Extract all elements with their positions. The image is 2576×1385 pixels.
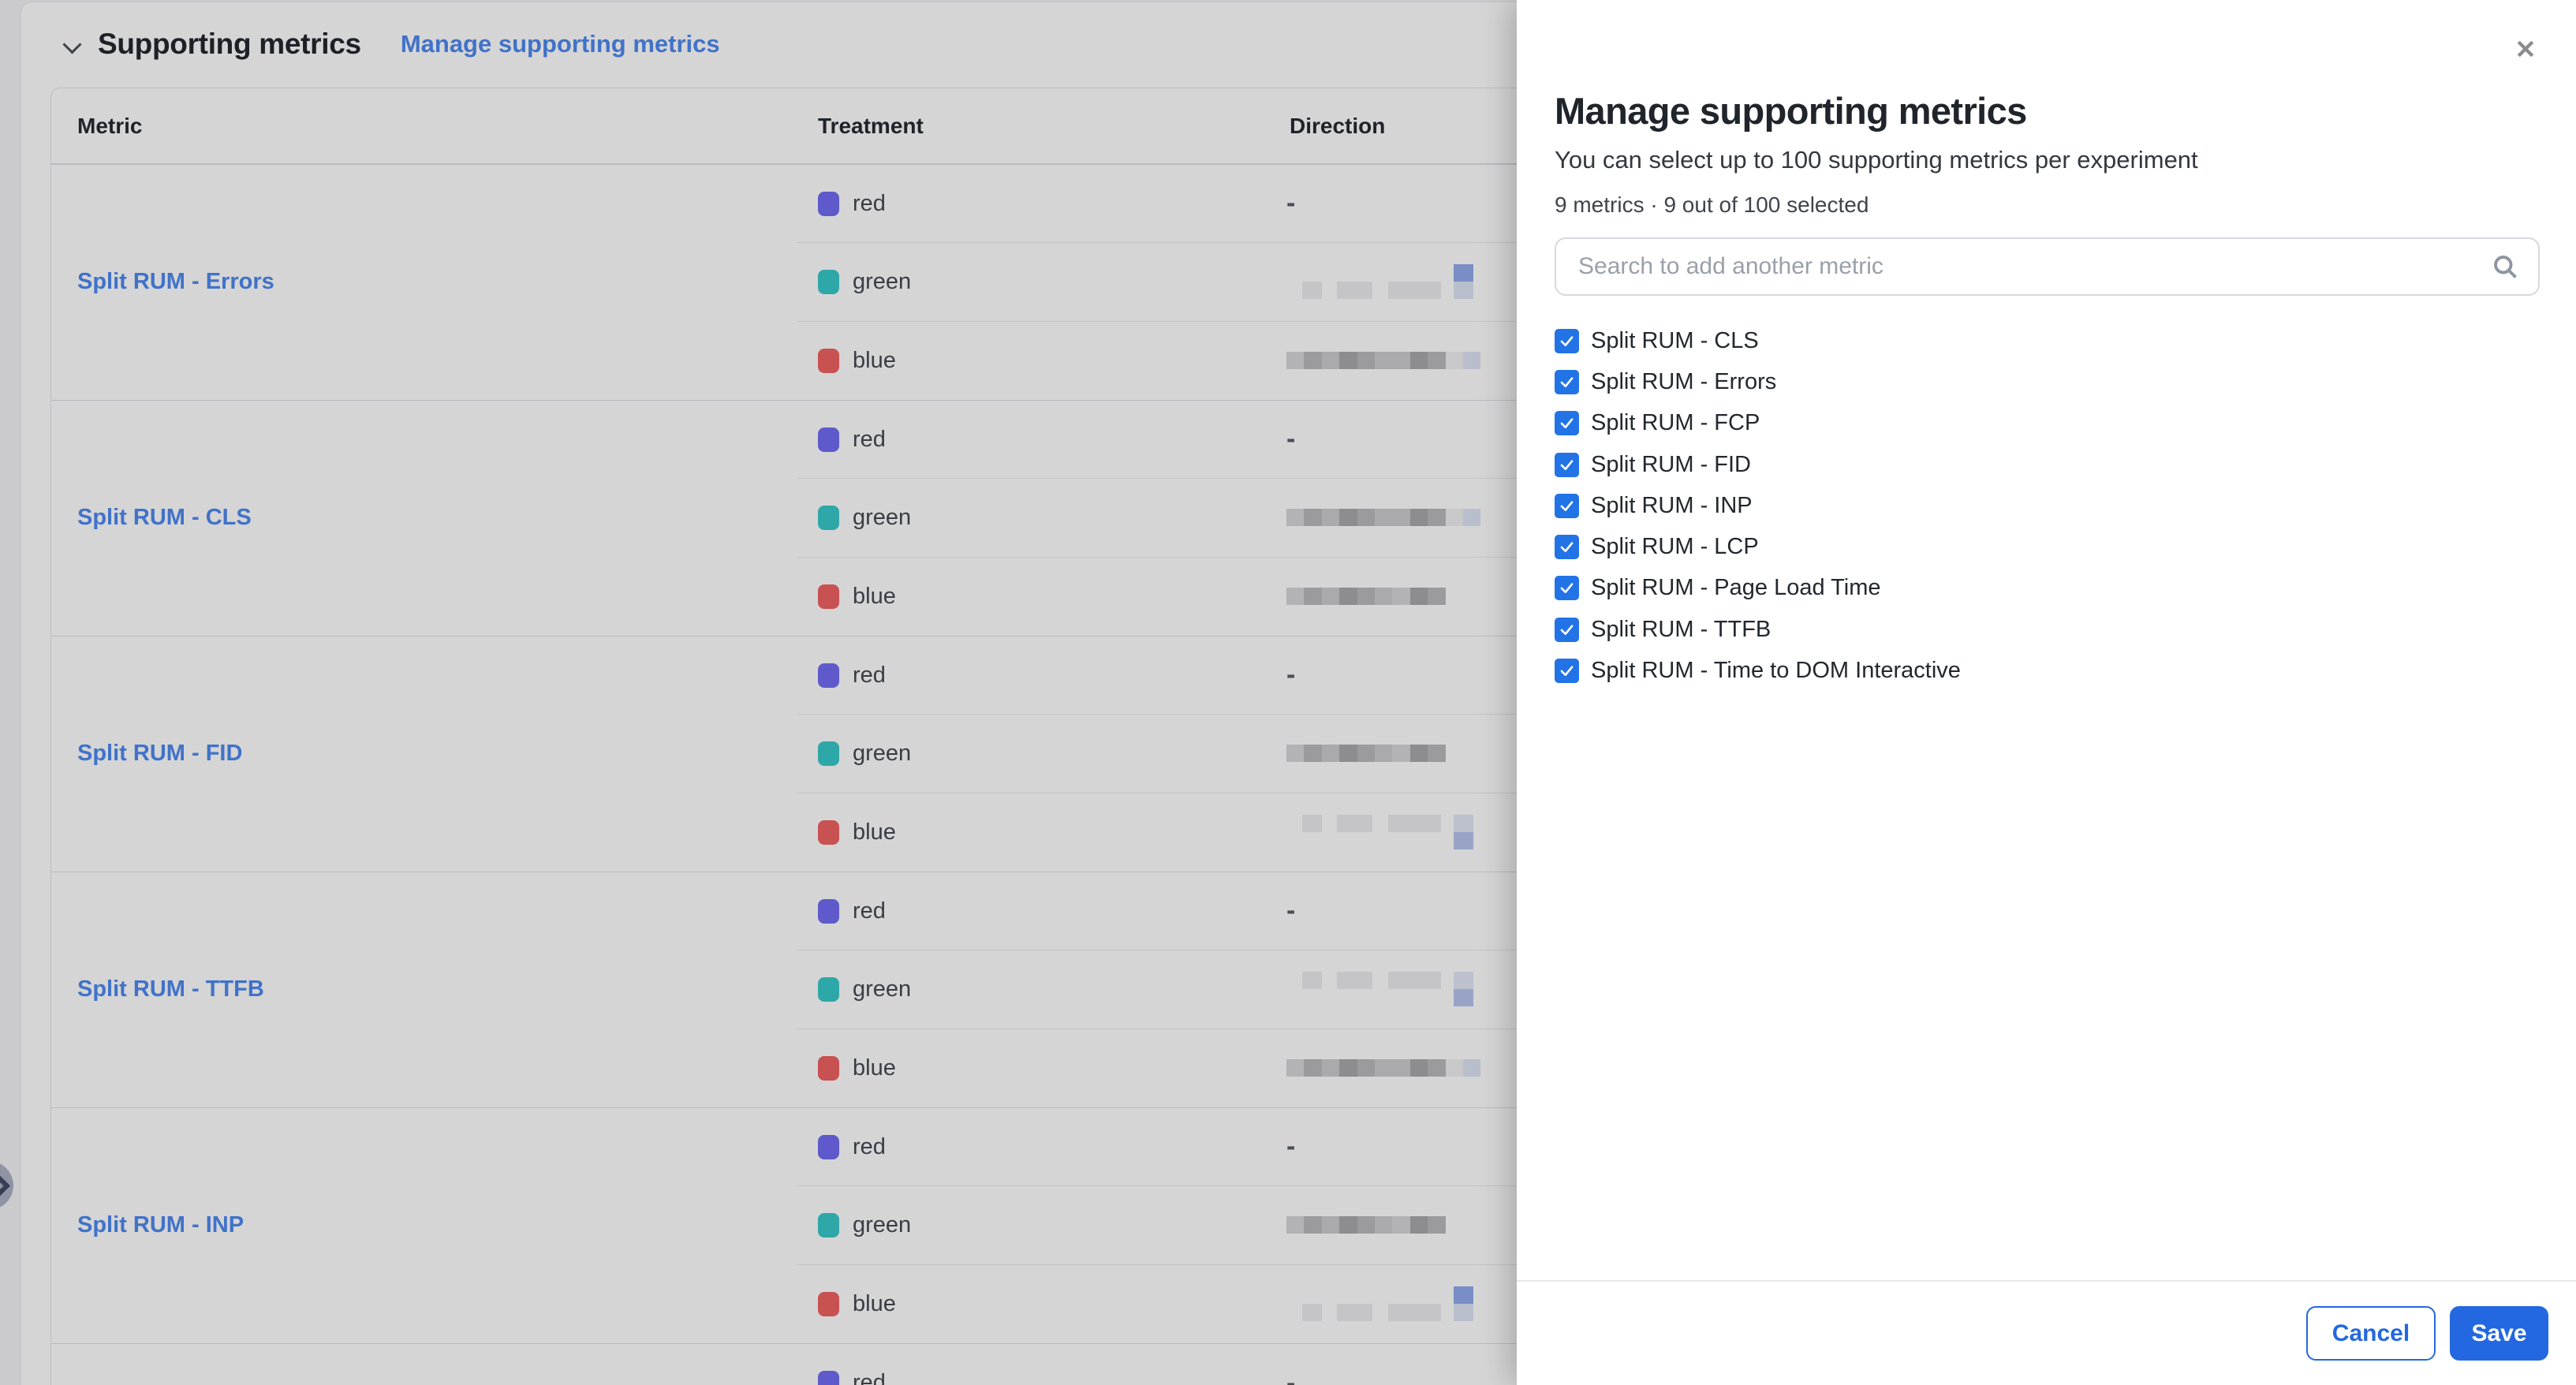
checkbox-checked-icon[interactable] xyxy=(1555,618,1579,642)
drawer-footer: Cancel Save xyxy=(1517,1280,2576,1385)
metric-checkbox-row[interactable]: Split RUM - Errors xyxy=(1555,361,2540,402)
manage-supporting-metrics-drawer: Manage supporting metrics You can select… xyxy=(1517,0,2576,1385)
metric-checkbox-row[interactable]: Split RUM - CLS xyxy=(1555,320,2540,361)
checkbox-checked-icon[interactable] xyxy=(1555,370,1579,394)
drawer-subtitle: You can select up to 100 supporting metr… xyxy=(1555,145,2540,175)
metric-checkbox-row[interactable]: Split RUM - Time to DOM Interactive xyxy=(1555,650,2540,691)
search-input[interactable] xyxy=(1555,237,2540,296)
metric-checkbox-row[interactable]: Split RUM - FID xyxy=(1555,444,2540,485)
checkbox-checked-icon[interactable] xyxy=(1555,453,1579,477)
metric-checkbox-row[interactable]: Split RUM - TTFB xyxy=(1555,609,2540,650)
checkbox-checked-icon[interactable] xyxy=(1555,576,1579,600)
metric-checkbox-row[interactable]: Split RUM - Page Load Time xyxy=(1555,568,2540,609)
checkbox-checked-icon[interactable] xyxy=(1555,535,1579,559)
search-icon xyxy=(2491,252,2519,281)
checkbox-checked-icon[interactable] xyxy=(1555,329,1579,353)
metric-checkbox-row[interactable]: Split RUM - FCP xyxy=(1555,403,2540,444)
save-button[interactable]: Save xyxy=(2450,1306,2548,1361)
checkbox-checked-icon[interactable] xyxy=(1555,659,1579,683)
metric-checkbox-list: Split RUM - CLS Split RUM - Errors Split… xyxy=(1555,320,2540,692)
cancel-button[interactable]: Cancel xyxy=(2306,1306,2436,1361)
metric-checkbox-row[interactable]: Split RUM - INP xyxy=(1555,485,2540,526)
drawer-title: Manage supporting metrics xyxy=(1555,88,2540,134)
metric-checkbox-row[interactable]: Split RUM - LCP xyxy=(1555,526,2540,567)
close-icon[interactable] xyxy=(2508,32,2543,66)
checkbox-checked-icon[interactable] xyxy=(1555,411,1579,435)
selection-count: 9 metrics · 9 out of 100 selected xyxy=(1555,192,2540,218)
checkbox-checked-icon[interactable] xyxy=(1555,494,1579,518)
